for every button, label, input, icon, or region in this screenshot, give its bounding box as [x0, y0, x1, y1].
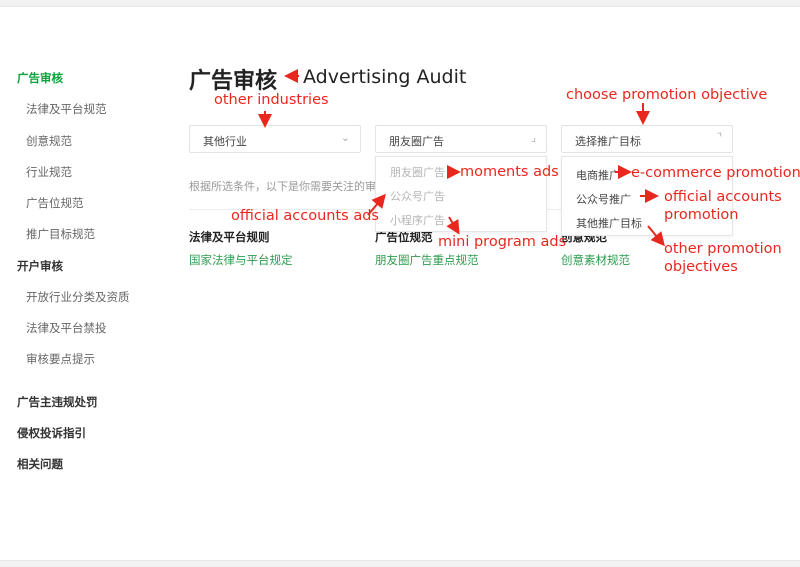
- arrow-other-promo: [647, 225, 665, 247]
- annotation-arrows: [258, 69, 665, 247]
- arrow-mini-program: [446, 216, 460, 235]
- arrow-official-ads: [367, 193, 386, 216]
